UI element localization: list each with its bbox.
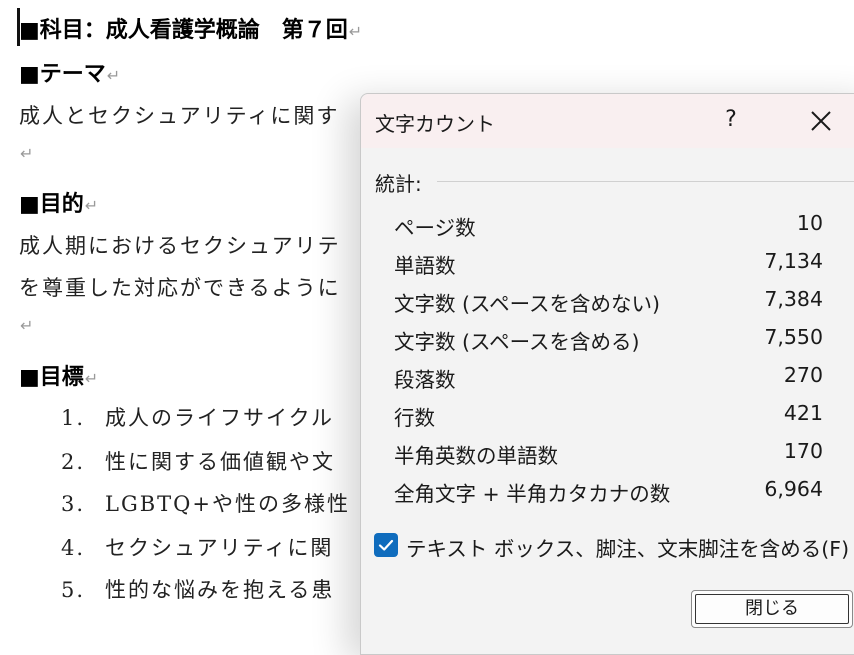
goal-list-item: 1. 成人のライフサイクル: [61, 402, 334, 432]
include-textboxes-checkbox[interactable]: [374, 533, 398, 557]
stat-value-lines: 421: [783, 401, 823, 425]
word-count-dialog: 文字カウント ? 統計: ページ数 10 単語数 7,134 文字数 (スペース…: [360, 93, 854, 655]
goals-heading-text: ■目標: [19, 364, 84, 390]
stat-value-halfwidth-words: 170: [783, 439, 823, 463]
paragraph-mark: ↵: [20, 316, 34, 335]
goals-heading: ■目標↵: [19, 359, 98, 391]
purpose-line-1: 成人期におけるセクシュアリテ: [19, 234, 341, 258]
stat-label-words: 単語数: [394, 254, 456, 278]
stat-label-chars-no-spaces: 文字数 (スペースを含めない): [394, 292, 661, 316]
stat-value-words: 7,134: [764, 249, 823, 273]
goal-text: 成人のライフサイクル: [105, 406, 334, 430]
theme-heading: ■テーマ↵: [19, 56, 120, 88]
goal-list-item: 2. 性に関する価値観や文: [61, 446, 335, 476]
dialog-titlebar[interactable]: 文字カウント ?: [361, 94, 854, 148]
goal-number: 4.: [61, 536, 86, 560]
goal-number: 3.: [61, 492, 86, 516]
stat-value-chars-with-spaces: 7,550: [764, 325, 823, 349]
goal-number: 1.: [61, 406, 86, 430]
stat-label-lines: 行数: [394, 406, 435, 430]
stat-value-fullwidth-chars: 6,964: [764, 477, 823, 501]
section-divider: [437, 181, 854, 182]
paragraph-mark: ↵: [348, 22, 363, 41]
dialog-title: 文字カウント: [375, 112, 495, 136]
statistics-section-label: 統計:: [375, 172, 422, 196]
stat-label-pages: ページ数: [394, 216, 476, 240]
goal-list-item: 5. 性的な悩みを抱える患: [61, 574, 334, 604]
checkmark-icon: [378, 539, 394, 551]
stat-value-pages: 10: [796, 211, 823, 235]
goal-text: LGBTQ+や性の多様性: [105, 492, 350, 516]
goal-list-item: 3. LGBTQ+や性の多様性: [61, 488, 350, 518]
goal-number: 2.: [61, 450, 86, 474]
goal-number: 5.: [61, 578, 86, 602]
close-button[interactable]: [804, 104, 838, 138]
stat-label-paragraphs: 段落数: [394, 368, 456, 392]
paragraph-mark: ↵: [106, 66, 121, 85]
include-textboxes-label[interactable]: テキスト ボックス、脚注、文末脚注を含める(F): [406, 532, 849, 562]
theme-heading-text: ■テーマ: [19, 61, 106, 87]
theme-text: 成人とセクシュアリティに関す: [19, 104, 340, 128]
goal-text: セクシュアリティに関: [105, 536, 334, 560]
goal-text: 性に関する価値観や文: [105, 450, 335, 474]
close-dialog-button[interactable]: 閉じる: [691, 590, 853, 628]
stat-value-chars-no-spaces: 7,384: [764, 287, 823, 311]
stat-value-paragraphs: 270: [783, 363, 823, 387]
stat-label-fullwidth-chars: 全角文字 + 半角カタカナの数: [394, 482, 671, 506]
purpose-heading: ■目的↵: [19, 186, 98, 218]
close-icon: [811, 111, 831, 131]
subject-title: ■科目：成人看護学概論 第７回↵: [19, 12, 362, 44]
stat-label-halfwidth-words: 半角英数の単語数: [394, 444, 558, 468]
paragraph-mark: ↵: [84, 369, 99, 388]
purpose-heading-text: ■目的: [19, 191, 84, 217]
purpose-line-2: を尊重した対応ができるように: [19, 276, 341, 300]
empty-paragraph: ↵: [19, 316, 33, 335]
help-button[interactable]: ?: [717, 104, 745, 136]
button-focus-ring: [695, 594, 849, 624]
empty-paragraph: ↵: [19, 144, 33, 163]
goal-list-item: 4. セクシュアリティに関: [61, 532, 333, 562]
paragraph-mark: ↵: [84, 196, 99, 215]
paragraph-mark: ↵: [20, 144, 34, 163]
stat-label-chars-with-spaces: 文字数 (スペースを含める): [394, 330, 640, 354]
subject-title-text: ■科目：成人看護学概論 第７回: [19, 17, 348, 43]
goal-text: 性的な悩みを抱える患: [105, 578, 335, 602]
